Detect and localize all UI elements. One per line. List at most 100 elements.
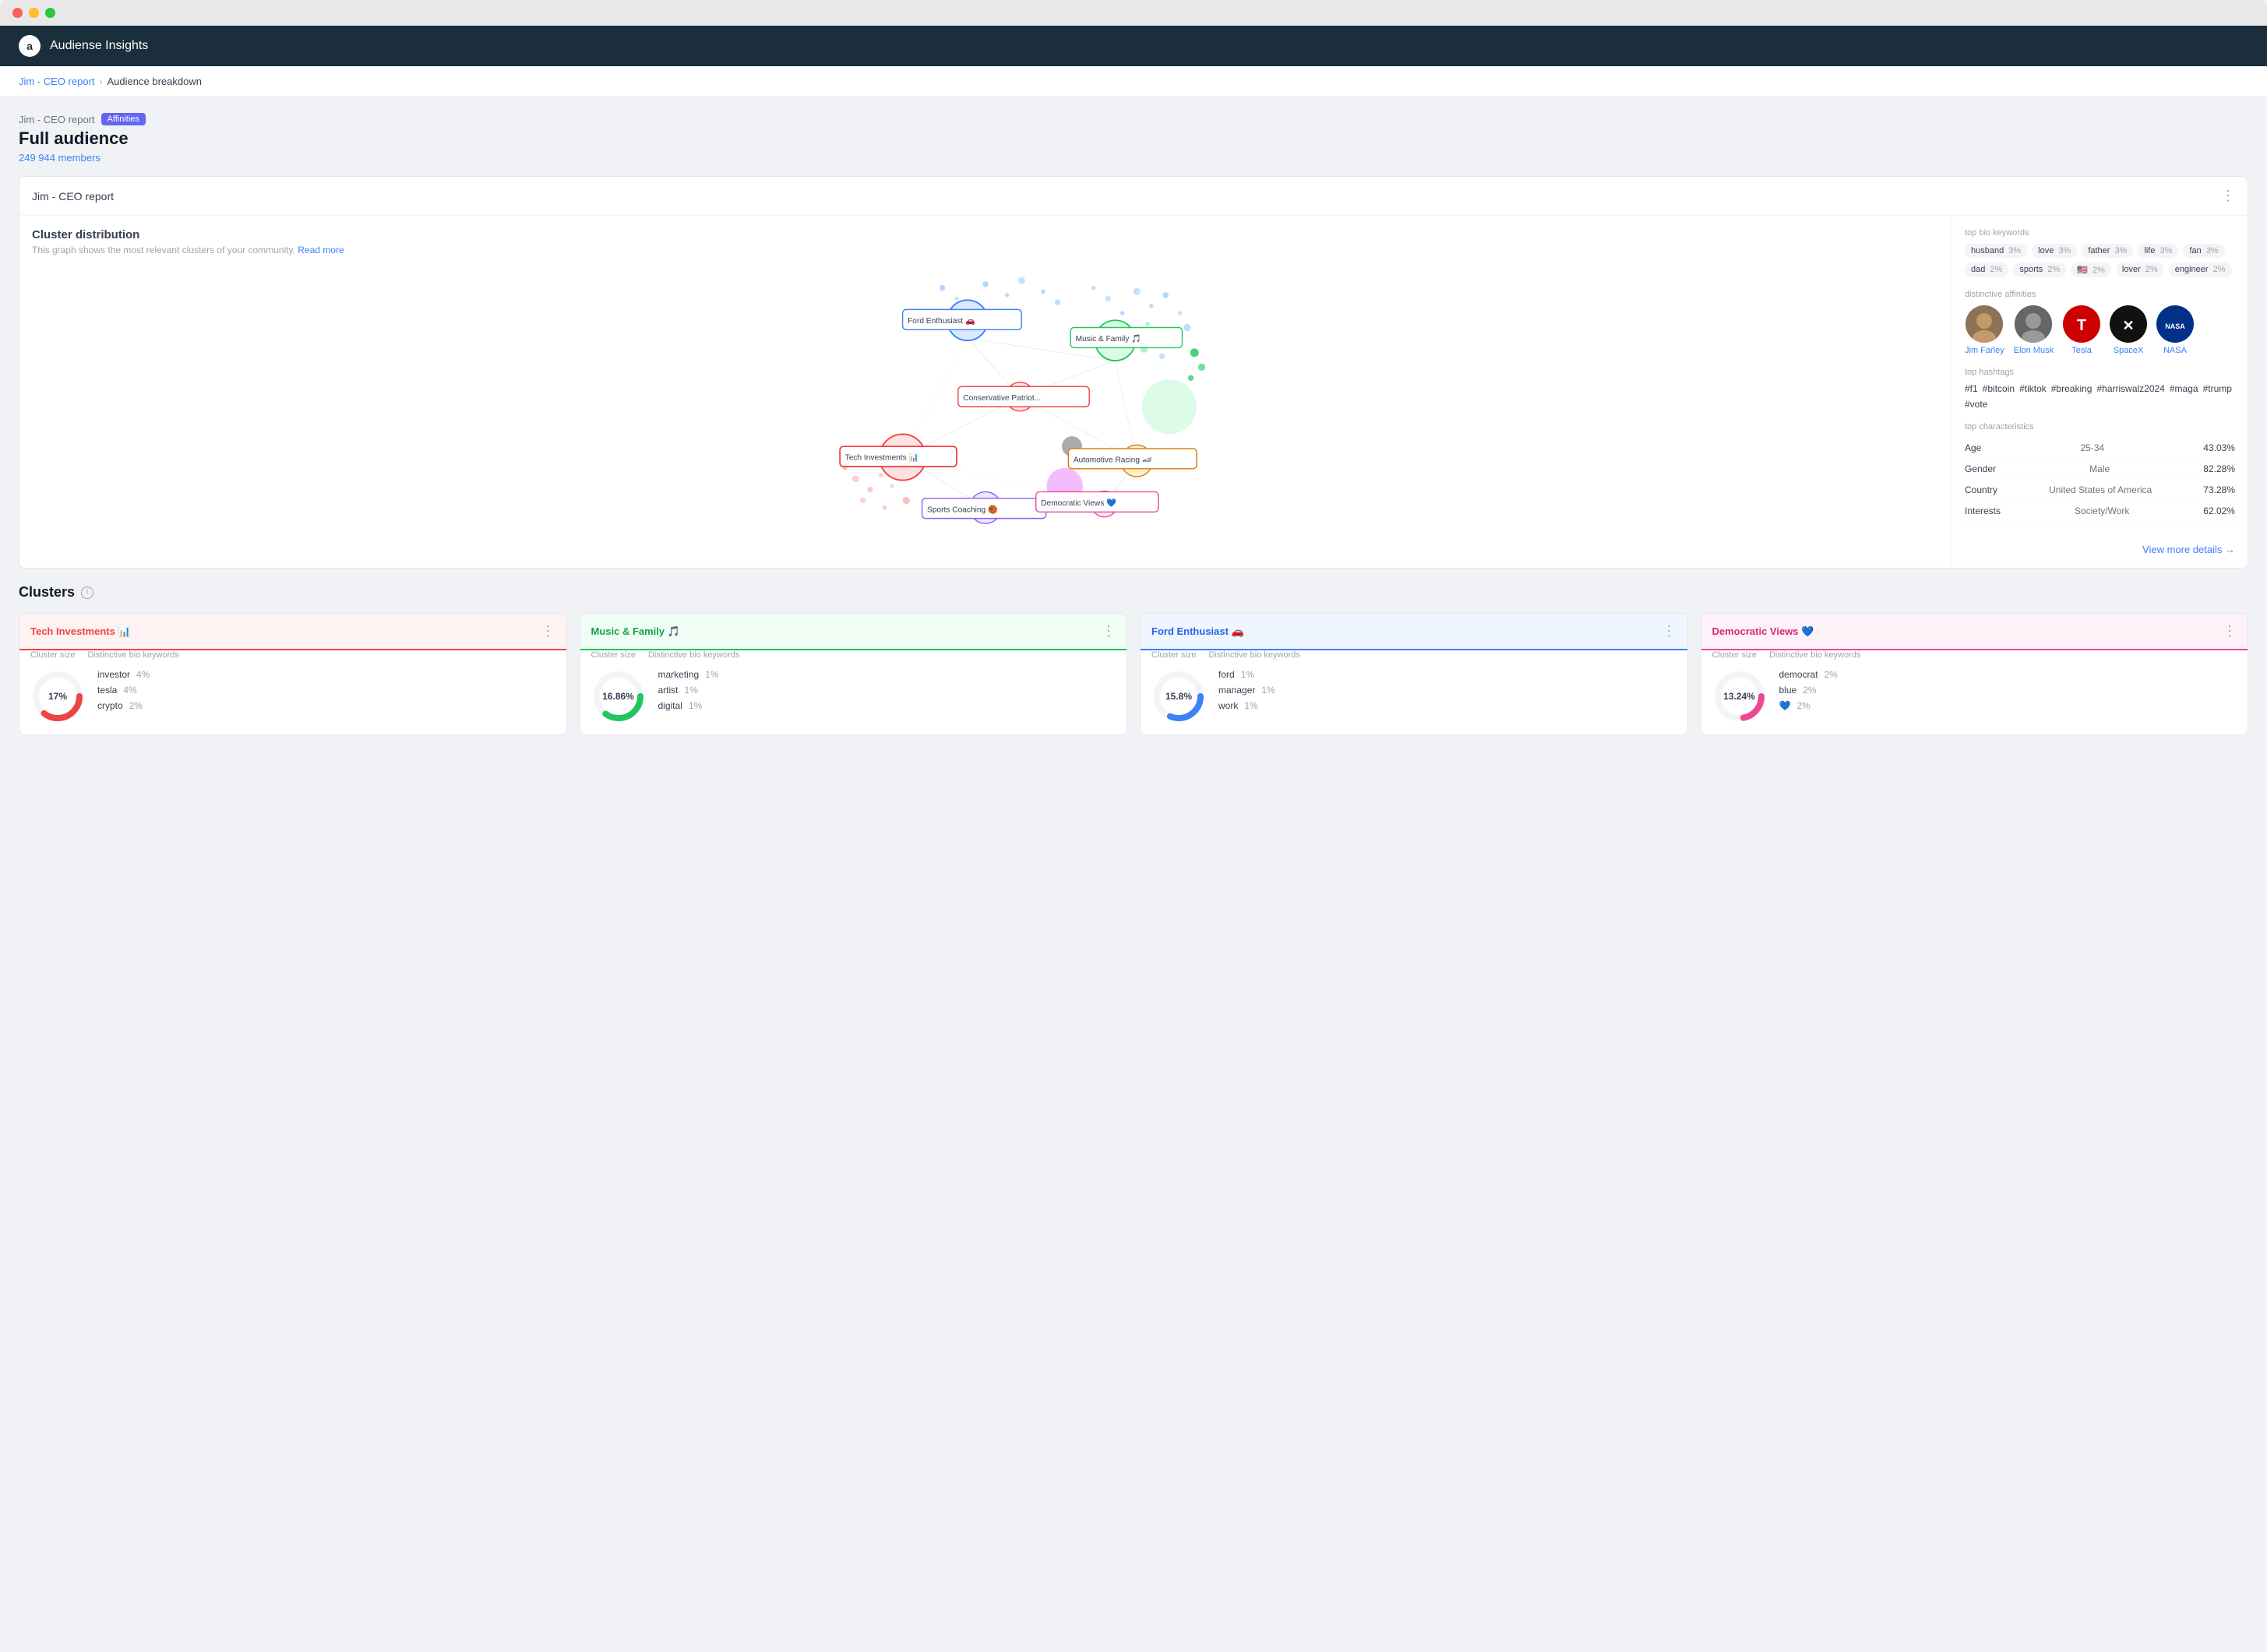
hashtag-tiktok: #tiktok bbox=[2019, 383, 2047, 394]
panel-header: Jim - CEO report ⋮ bbox=[19, 177, 2248, 216]
cluster-distribution-title: Cluster distribution bbox=[32, 228, 1939, 241]
hashtag-breaking: #breaking bbox=[2051, 383, 2092, 394]
view-more-row: View more details → bbox=[1965, 534, 2235, 555]
kw-work: work1% bbox=[1218, 700, 1676, 711]
clusters-info-icon[interactable]: i bbox=[81, 586, 93, 599]
panel-menu-button[interactable]: ⋮ bbox=[2221, 188, 2235, 204]
characteristics-table: Age 25-34 43.03% Gender Male 82.28% Coun… bbox=[1965, 438, 2235, 522]
read-more-link[interactable]: Read more bbox=[298, 245, 344, 255]
cluster-size-label-dem: Cluster size bbox=[1712, 650, 1757, 660]
char-value-gender: Male bbox=[2089, 463, 2110, 474]
cluster-card-music-body: Cluster size Distinctive bio keywords 16… bbox=[580, 650, 1127, 734]
affinities-row: Jim Farley Elon Musk bbox=[1965, 305, 2235, 355]
cluster-card-democratic-menu[interactable]: ⋮ bbox=[2223, 623, 2237, 639]
hashtag-f1: #f1 bbox=[1965, 383, 1978, 394]
view-more-link[interactable]: View more details → bbox=[2142, 544, 2235, 555]
maximize-button[interactable] bbox=[45, 8, 55, 18]
keyword-husband: husband 3% bbox=[1965, 244, 2027, 258]
keyword-dad: dad 2% bbox=[1965, 262, 2008, 277]
cluster-card-ford-title: Ford Enthusiast 🚗 bbox=[1151, 625, 1244, 638]
cluster-card-music-labels: Cluster size Distinctive bio keywords bbox=[591, 650, 1116, 660]
affinity-elonmusk[interactable]: Elon Musk bbox=[2014, 305, 2054, 355]
cluster-card-democratic-labels: Cluster size Distinctive bio keywords bbox=[1712, 650, 2237, 660]
spacex-logo: ✕ bbox=[2117, 313, 2139, 335]
cluster-keywords-label-dem: Distinctive bio keywords bbox=[1769, 650, 1860, 660]
hashtag-trump: #trump bbox=[2203, 383, 2232, 394]
cluster-card-music-title: Music & Family 🎵 bbox=[591, 625, 680, 638]
keyword-father: father 3% bbox=[2082, 244, 2133, 258]
cluster-distribution-subtitle: This graph shows the most relevant clust… bbox=[32, 245, 1939, 255]
panel-title: Jim - CEO report bbox=[32, 190, 114, 203]
char-pct-age: 43.03% bbox=[2203, 442, 2235, 453]
affinity-nasa[interactable]: NASA NASA bbox=[2156, 305, 2194, 355]
kw-investor: investor4% bbox=[97, 669, 555, 680]
cluster-card-music-header: Music & Family 🎵 ⋮ bbox=[580, 614, 1127, 650]
cluster-card-music-menu[interactable]: ⋮ bbox=[1102, 623, 1116, 639]
char-pct-country: 73.28% bbox=[2203, 484, 2235, 495]
affinity-tesla-name: Tesla bbox=[2071, 346, 2092, 355]
report-name: Jim - CEO report bbox=[19, 114, 95, 125]
hashtag-vote: #vote bbox=[1965, 399, 1987, 410]
cluster-music-stats: 16.86% marketing1% artist1% digital1% bbox=[591, 669, 1116, 724]
char-value-age: 25-34 bbox=[2080, 442, 2104, 453]
cluster-music-donut: 16.86% bbox=[591, 669, 646, 724]
affinity-spacex[interactable]: ✕ SpaceX bbox=[2110, 305, 2147, 355]
cluster-dem-pct: 13.24% bbox=[1723, 691, 1755, 702]
kw-crypto: crypto2% bbox=[97, 700, 555, 711]
char-label-country: Country bbox=[1965, 484, 1997, 495]
hashtags-section: Top hashtags #f1 #bitcoin #tiktok #break… bbox=[1965, 368, 2235, 410]
affinity-tesla[interactable]: T Tesla bbox=[2063, 305, 2100, 355]
breadcrumb: Jim - CEO report › Audience breakdown bbox=[0, 66, 2267, 97]
affinity-jimfarley[interactable]: Jim Farley bbox=[1965, 305, 2004, 355]
window-chrome bbox=[0, 0, 2267, 26]
svg-text:Tech Investments 📊: Tech Investments 📊 bbox=[845, 453, 919, 463]
cluster-tech-donut: 17% bbox=[30, 669, 85, 724]
keyword-engineer: engineer 2% bbox=[2169, 262, 2232, 277]
cluster-card-ford-labels: Cluster size Distinctive bio keywords bbox=[1151, 650, 1676, 660]
affinities-title: Distinctive affinities bbox=[1965, 290, 2235, 299]
keyword-sports: sports 2% bbox=[2013, 262, 2066, 277]
cluster-size-label-ford: Cluster size bbox=[1151, 650, 1196, 660]
svg-text:Music & Family 🎵: Music & Family 🎵 bbox=[1076, 334, 1141, 343]
kw-heart: 💙2% bbox=[1779, 700, 2237, 711]
cluster-card-democratic-body: Cluster size Distinctive bio keywords 13… bbox=[1701, 650, 2248, 734]
clusters-section-title: Clusters bbox=[19, 584, 75, 601]
cluster-card-tech-menu[interactable]: ⋮ bbox=[541, 623, 555, 639]
keyword-love: love 3% bbox=[2032, 244, 2077, 258]
svg-text:Sports Coaching 🏀: Sports Coaching 🏀 bbox=[927, 503, 998, 514]
cluster-card-tech-labels: Cluster size Distinctive bio keywords bbox=[30, 650, 555, 660]
breadcrumb-current: Audience breakdown bbox=[108, 76, 202, 87]
cluster-keywords-label-ford: Distinctive bio keywords bbox=[1208, 650, 1299, 660]
keyword-lover: lover 2% bbox=[2116, 262, 2164, 277]
hashtag-harriswalz: #harriswalz2024 bbox=[2096, 383, 2164, 394]
close-button[interactable] bbox=[12, 8, 23, 18]
report-header: Jim - CEO report Affinities Full audienc… bbox=[19, 113, 2248, 164]
cluster-keywords-label: Distinctive bio keywords bbox=[87, 650, 178, 660]
kw-digital: digital1% bbox=[658, 700, 1116, 711]
cluster-ford-donut: 15.8% bbox=[1151, 669, 1206, 724]
cluster-card-ford-body: Cluster size Distinctive bio keywords 15… bbox=[1141, 650, 1687, 734]
kw-manager: manager1% bbox=[1218, 685, 1676, 696]
cluster-card-ford-menu[interactable]: ⋮ bbox=[1662, 623, 1676, 639]
app-logo: a bbox=[19, 35, 41, 57]
bio-keywords-title: Top bio keywords bbox=[1965, 228, 2235, 238]
cluster-card-tech: Tech Investments 📊 ⋮ Cluster size Distin… bbox=[19, 613, 567, 735]
minimize-button[interactable] bbox=[29, 8, 39, 18]
char-row-country: Country United States of America 73.28% bbox=[1965, 480, 2235, 501]
cluster-dem-keywords: democrat2% blue2% 💙2% bbox=[1779, 669, 2237, 716]
cluster-graph-area: Cluster distribution This graph shows th… bbox=[19, 216, 1951, 568]
cluster-tech-pct: 17% bbox=[48, 691, 67, 702]
kw-tesla: tesla4% bbox=[97, 685, 555, 696]
svg-text:T: T bbox=[2077, 317, 2086, 334]
cluster-tech-stats: 17% investor4% tesla4% crypto2% bbox=[30, 669, 555, 724]
cluster-card-ford-header: Ford Enthusiast 🚗 ⋮ bbox=[1141, 614, 1687, 650]
breadcrumb-parent[interactable]: Jim - CEO report bbox=[19, 76, 95, 87]
char-value-interests: Society/Work bbox=[2075, 505, 2129, 516]
kw-marketing: marketing1% bbox=[658, 669, 1116, 680]
clusters-header: Clusters i bbox=[19, 584, 2248, 601]
kw-ford: ford1% bbox=[1218, 669, 1676, 680]
cluster-card-tech-header: Tech Investments 📊 ⋮ bbox=[19, 614, 566, 650]
affinity-elonmusk-name: Elon Musk bbox=[2014, 346, 2054, 355]
char-row-age: Age 25-34 43.03% bbox=[1965, 438, 2235, 459]
cluster-card-democratic-header: Democratic Views 💙 ⋮ bbox=[1701, 614, 2248, 650]
